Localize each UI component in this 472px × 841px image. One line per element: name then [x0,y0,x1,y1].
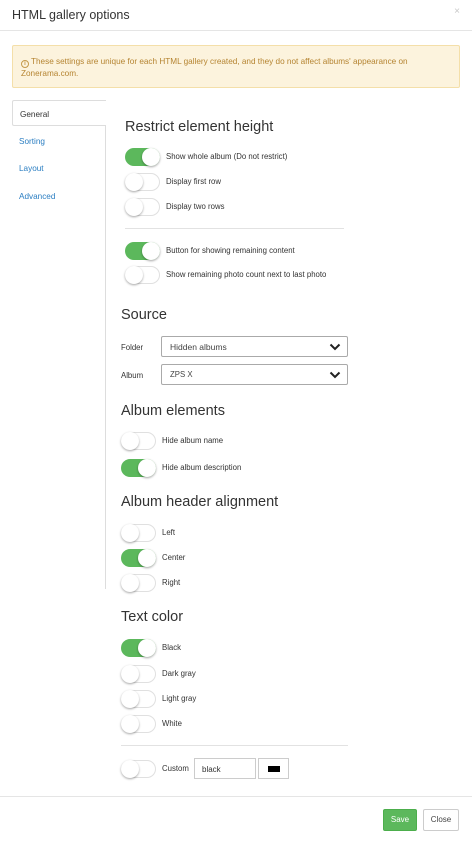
folder-select-value: Hidden albums [170,342,227,352]
toggle-knob [142,148,160,166]
toggle-label: Light gray [162,694,197,703]
folder-select[interactable]: Hidden albums [161,336,348,357]
toggle-knob [138,639,156,657]
toggle-knob [121,690,139,708]
toggle-switch[interactable] [121,549,156,567]
toggle-switch[interactable] [121,639,156,657]
album-elements-title: Album elements [121,403,225,419]
dialog-footer: Save Close [0,796,472,841]
save-button[interactable]: Save [383,809,417,831]
toggle-label: Button for showing remaining content [166,246,295,255]
header-alignment-title: Album header alignment [121,494,279,510]
album-select[interactable]: ZPS X [161,364,348,385]
toggle-label: Left [162,528,176,537]
close-button[interactable]: Close [423,809,459,831]
toggle-label: Right [162,578,181,587]
custom-color-input[interactable]: black [194,758,256,779]
toggle-label: White [162,719,182,728]
folder-label: Folder [121,343,144,352]
color-picker-button[interactable] [258,758,289,779]
toggle-switch[interactable] [121,715,156,733]
toggle-label: Custom [162,764,189,773]
toggle-switch[interactable] [125,198,160,216]
tab-advanced[interactable]: Advanced [12,183,106,209]
toggle-switch[interactable] [121,432,156,450]
toggle-knob [121,574,139,592]
toggle-switch[interactable] [121,524,156,542]
source-title: Source [121,307,167,323]
toggle-knob [142,242,160,260]
toggle-switch[interactable] [125,266,160,284]
toggle-label: Center [162,553,186,562]
divider [125,228,344,229]
toggle-knob [121,665,139,683]
album-select-value: ZPS X [170,370,193,379]
chevron-down-icon [329,371,341,379]
tab-layout[interactable]: Layout [12,155,106,181]
toggle-switch[interactable] [121,760,156,778]
toggle-label: Show whole album (Do not restrict) [166,152,288,161]
toggle-knob [125,266,143,284]
toggle-switch[interactable] [121,574,156,592]
toggle-label: Hide album description [162,463,242,472]
info-alert: i These settings are unique for each HTML… [12,45,460,88]
album-label: Album [121,371,144,380]
color-swatch [268,766,280,772]
toggle-label: Dark gray [162,669,196,678]
toggle-label: Display first row [166,177,222,186]
text-color-title: Text color [121,609,184,625]
toggle-switch[interactable] [121,459,156,477]
toggle-switch[interactable] [125,148,160,166]
chevron-down-icon [329,343,341,351]
toggle-knob [138,549,156,567]
divider [121,745,348,746]
toggle-knob [121,715,139,733]
toggle-label: Black [162,643,182,652]
toggle-switch[interactable] [121,690,156,708]
alert-text: These settings are unique for each HTML … [21,57,408,78]
tab-general[interactable]: General [12,100,107,126]
dialog-title: HTML gallery options [12,8,130,22]
toggle-label: Hide album name [162,436,224,445]
toggle-label: Show remaining photo count next to last … [166,270,327,279]
toggle-knob [125,173,143,191]
restrict-height-title: Restrict element height [125,119,274,135]
info-icon: i [21,60,29,68]
toggle-knob [121,760,139,778]
settings-tabs: General Sorting Layout Advanced [12,100,107,589]
toggle-knob [121,524,139,542]
toggle-switch[interactable] [125,173,160,191]
toggle-knob [121,432,139,450]
toggle-knob [125,198,143,216]
tab-sorting[interactable]: Sorting [12,128,106,154]
close-icon[interactable]: × [454,6,460,17]
toggle-switch[interactable] [121,665,156,683]
toggle-knob [138,459,156,477]
dialog-header: HTML gallery options × [0,0,472,31]
toggle-label: Display two rows [166,202,225,211]
toggle-switch[interactable] [125,242,160,260]
